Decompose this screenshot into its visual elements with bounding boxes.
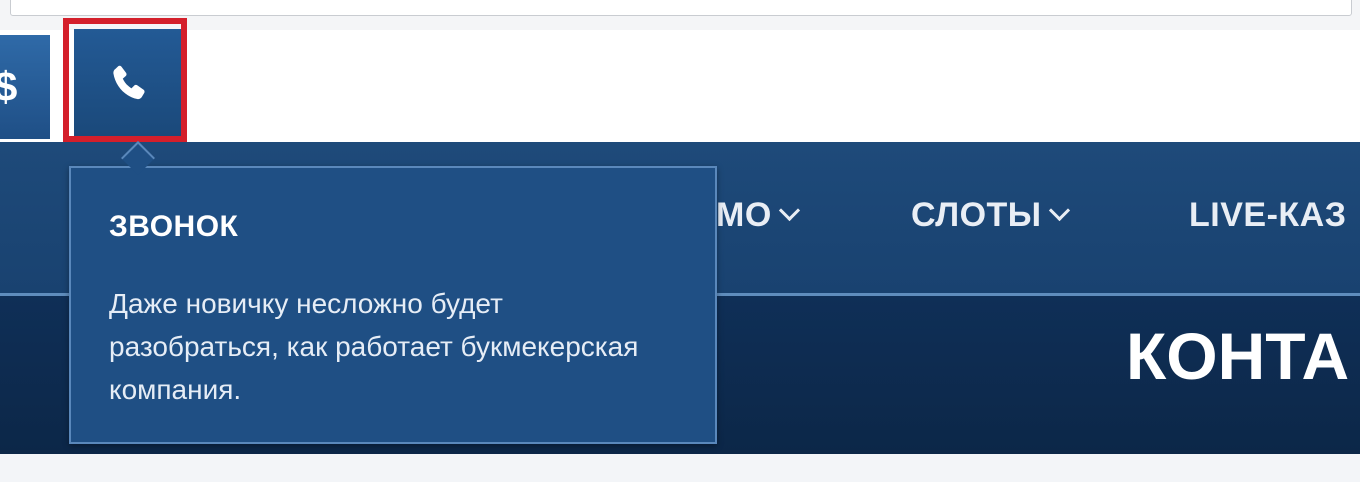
page-title: КОНТА <box>1126 319 1350 393</box>
tooltip-title: ЗВОНОК <box>109 210 239 243</box>
nav-item-slots[interactable]: СЛОТЫ <box>911 196 1070 235</box>
content-area <box>0 454 1360 482</box>
call-button[interactable] <box>66 21 192 141</box>
address-bar[interactable] <box>10 0 1352 16</box>
chevron-down-icon <box>778 199 800 222</box>
nav-item-label: СЛОТЫ <box>911 196 1042 234</box>
currency-button[interactable]: $ <box>0 35 50 139</box>
phone-icon <box>113 65 145 100</box>
call-tooltip: ЗВОНОК Даже новичку несложно будет разоб… <box>69 166 717 444</box>
browser-top-strip <box>0 0 1360 30</box>
nav-item-promo[interactable]: МО <box>716 196 800 235</box>
tooltip-text: Даже новичку несложно будет разобраться,… <box>109 288 639 405</box>
nav-item-label: LIVE-КАЗ <box>1189 196 1347 234</box>
nav-item-live-casino[interactable]: LIVE-КАЗ <box>1189 196 1347 235</box>
dollar-icon: $ <box>0 63 18 110</box>
chevron-down-icon <box>1048 199 1070 222</box>
call-button-background <box>74 29 184 141</box>
nav-item-label: МО <box>716 196 772 234</box>
icon-row <box>0 30 1360 142</box>
